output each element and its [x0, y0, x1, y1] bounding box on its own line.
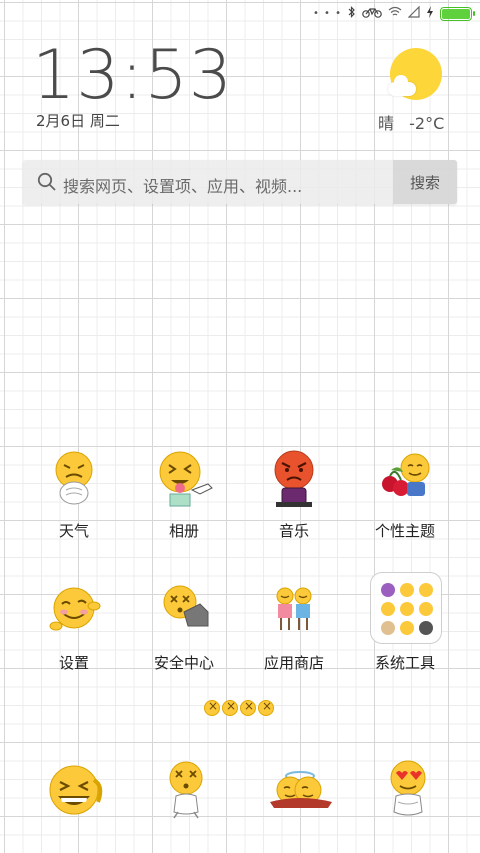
app-label: 应用商店 — [263, 654, 324, 672]
app-system-tools-folder[interactable]: 系统工具 — [350, 572, 460, 682]
search-input[interactable]: 搜索网页、设置项、应用、视频... — [63, 173, 302, 197]
page-dot[interactable] — [240, 699, 256, 716]
status-bar: • • • — [0, 0, 480, 28]
settings-emoji-icon — [46, 582, 102, 644]
dock-app-3[interactable] — [266, 764, 332, 828]
angel-emoji-icon — [266, 771, 338, 832]
app-label: 安全中心 — [153, 654, 214, 672]
search-bar[interactable]: 搜索网页、设置项、应用、视频... 搜索 — [23, 160, 457, 204]
battery-level — [442, 8, 470, 19]
battery-icon — [440, 6, 475, 21]
bike-icon — [362, 6, 382, 21]
dock-app-1[interactable] — [46, 762, 110, 826]
page-dot[interactable] — [204, 699, 220, 716]
page-dot[interactable] — [258, 699, 274, 716]
app-label: 音乐 — [278, 522, 309, 540]
page-dot[interactable] — [222, 699, 238, 716]
page-indicator[interactable] — [204, 699, 274, 716]
themes-emoji-icon — [377, 450, 433, 512]
app-label: 个性主题 — [374, 522, 435, 540]
dock-app-4[interactable] — [380, 760, 444, 824]
app-weather[interactable]: 天气 — [19, 450, 129, 560]
signal-icon — [407, 5, 420, 21]
dizzy-emoji-icon — [158, 761, 222, 828]
weather-temperature: -2°C — [409, 114, 445, 133]
bluetooth-icon — [348, 6, 356, 21]
wifi-icon — [388, 6, 402, 21]
security-emoji-icon — [156, 582, 212, 644]
sunny-weather-icon[interactable] — [388, 48, 444, 102]
app-themes[interactable]: 个性主题 — [350, 450, 460, 560]
app-label: 天气 — [58, 522, 89, 540]
search-button[interactable]: 搜索 — [393, 160, 457, 204]
app-music[interactable]: 音乐 — [239, 450, 349, 560]
music-emoji-icon — [266, 450, 322, 512]
weather-emoji-icon — [46, 450, 102, 512]
gallery-emoji-icon — [156, 450, 213, 512]
dock-app-2[interactable] — [158, 760, 222, 824]
app-label: 设置 — [58, 654, 89, 672]
signal-dots: • • • — [312, 7, 342, 19]
app-store-emoji-icon — [266, 582, 322, 644]
weather-summary[interactable]: 晴 -2°C — [378, 110, 444, 134]
app-store[interactable]: 应用商店 — [239, 582, 349, 692]
app-label: 系统工具 — [374, 654, 435, 672]
clock-time[interactable]: 13:53 — [32, 38, 233, 114]
search-icon — [37, 172, 57, 192]
app-settings[interactable]: 设置 — [19, 582, 129, 692]
system-tools-folder-icon — [370, 572, 442, 644]
app-label: 相册 — [168, 522, 199, 540]
charging-icon — [426, 6, 434, 21]
clock-date[interactable]: 2月6日 周二 — [36, 110, 120, 131]
app-gallery[interactable]: 相册 — [129, 450, 239, 560]
heart-eyes-emoji-icon — [380, 760, 444, 828]
laughing-emoji-icon — [46, 765, 110, 830]
app-security-center[interactable]: 安全中心 — [129, 582, 239, 692]
weather-condition: 晴 — [378, 114, 395, 133]
